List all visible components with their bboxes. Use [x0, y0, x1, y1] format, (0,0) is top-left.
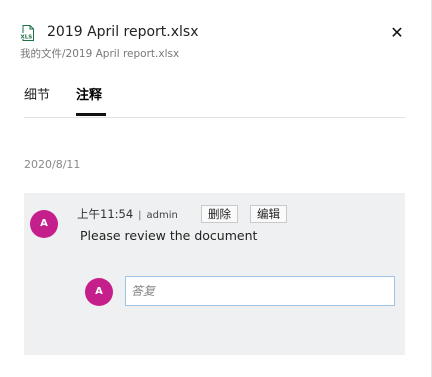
- edit-comment-button[interactable]: 编辑: [250, 205, 287, 223]
- path-root-link[interactable]: 我的文件: [20, 48, 62, 60]
- close-icon[interactable]: ✕: [388, 24, 406, 42]
- comment-time-prefix: 上午: [77, 207, 100, 221]
- tabs-divider: [24, 117, 405, 118]
- active-tab-indicator: [76, 113, 106, 116]
- comment-text: Please review the document: [80, 228, 258, 243]
- comment-author: admin: [146, 210, 178, 221]
- tab-details[interactable]: 细节: [24, 86, 50, 106]
- meta-separator: |: [138, 210, 142, 221]
- path-file-name: 2019 April report.xlsx: [65, 48, 180, 60]
- file-type-label: XLS: [21, 35, 33, 41]
- comment-date: 2020/8/11: [24, 158, 81, 171]
- comment-time: 11:54: [100, 207, 134, 221]
- avatar: A: [30, 210, 58, 238]
- excel-file-icon: XLS: [20, 25, 34, 41]
- reply-avatar: A: [85, 278, 113, 306]
- reply-input[interactable]: [125, 276, 395, 306]
- tab-comments[interactable]: 注释: [76, 86, 102, 106]
- file-name: 2019 April report.xlsx: [47, 24, 199, 40]
- file-path: 我的文件/2019 April report.xlsx: [20, 47, 179, 61]
- comment-meta: 上午11:54 | admin: [77, 207, 178, 223]
- delete-comment-button[interactable]: 删除: [201, 205, 238, 223]
